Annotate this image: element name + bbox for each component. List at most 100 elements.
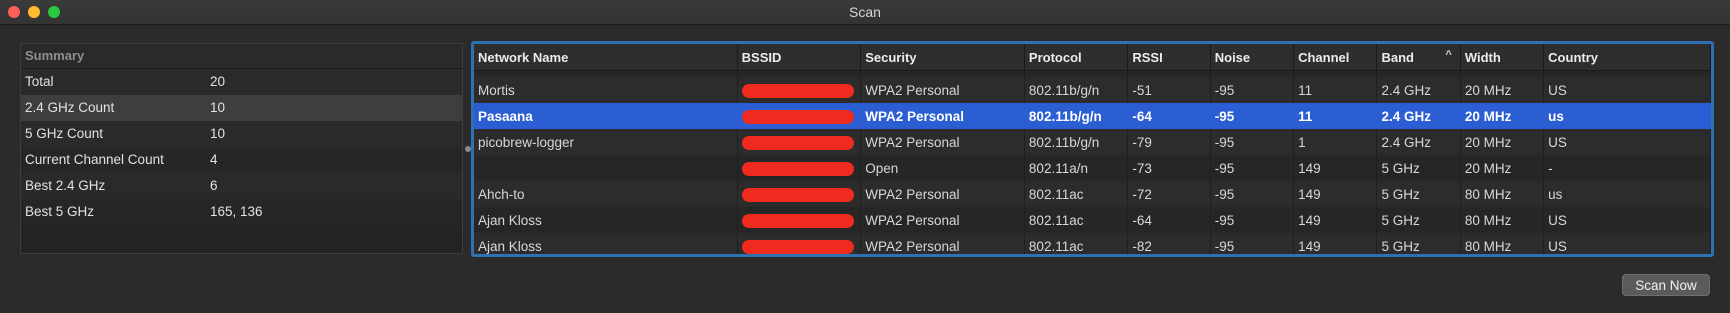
width-cell: 80 MHz [1460, 181, 1545, 207]
country-cell: US [1543, 233, 1711, 254]
width-cell: 20 MHz [1460, 155, 1545, 181]
column-header-band[interactable]: Band ^ [1376, 44, 1461, 71]
rssi-cell: -51 [1127, 77, 1211, 103]
security-cell: WPA2 Personal [860, 129, 1025, 155]
channel-cell: 149 [1293, 155, 1378, 181]
channel-cell: 1 [1293, 129, 1378, 155]
summary-row-current-channel-count[interactable]: Current Channel Count 4 [21, 147, 462, 173]
column-header-country[interactable]: Country [1543, 44, 1711, 71]
country-cell: US [1543, 207, 1711, 233]
bssid-cell [737, 155, 862, 181]
bssid-cell [737, 129, 862, 155]
column-header-security[interactable]: Security [860, 44, 1025, 71]
protocol-cell: 802.11b/g/n [1024, 103, 1129, 129]
sort-ascending-icon: ^ [1445, 49, 1452, 61]
rssi-cell: -79 [1127, 129, 1211, 155]
column-header-network-name[interactable]: Network Name [474, 44, 738, 71]
column-header-channel[interactable]: Channel [1293, 44, 1378, 71]
column-header-protocol[interactable]: Protocol [1024, 44, 1129, 71]
network-name-cell: Ajan Kloss [474, 233, 738, 254]
table-row[interactable]: Ajan Kloss WPA2 Personal 802.11ac -64 -95 149… [474, 207, 1711, 233]
noise-cell: -95 [1210, 181, 1295, 207]
channel-cell: 149 [1293, 207, 1378, 233]
column-header-bssid[interactable]: BSSID [737, 44, 862, 71]
redaction-mark [741, 213, 854, 228]
rssi-cell: -64 [1127, 103, 1211, 129]
summary-label: Total [25, 74, 54, 89]
width-cell: 80 MHz [1460, 207, 1545, 233]
column-header-rssi[interactable]: RSSI [1127, 44, 1211, 71]
channel-cell: 149 [1293, 181, 1378, 207]
country-cell: US [1543, 77, 1711, 103]
network-name-cell: Pasaana [474, 103, 738, 129]
scan-now-button[interactable]: Scan Now [1622, 274, 1710, 296]
protocol-cell: 802.11a/n [1024, 155, 1129, 181]
network-name-cell: picobrew-logger [474, 129, 738, 155]
network-name-cell: Ahch-to [474, 181, 738, 207]
width-cell: 20 MHz [1460, 77, 1545, 103]
window-title: Scan [849, 4, 881, 20]
summary-label: Best 5 GHz [25, 204, 95, 219]
security-cell: WPA2 Personal [860, 103, 1025, 129]
table-row[interactable]: Ajan Kloss WPA2 Personal 802.11ac -82 -95 149… [474, 233, 1711, 254]
summary-header: Summary [21, 44, 462, 69]
protocol-cell: 802.11ac [1024, 181, 1129, 207]
security-cell: WPA2 Personal [860, 207, 1025, 233]
country-cell: us [1543, 181, 1711, 207]
redaction-mark [741, 239, 854, 254]
country-cell: US [1543, 129, 1711, 155]
protocol-cell: 802.11b/g/n [1024, 77, 1129, 103]
noise-cell: -95 [1210, 207, 1295, 233]
table-row[interactable]: Mortis WPA2 Personal 802.11b/g/n -51 -95 11 2.… [474, 77, 1711, 103]
bssid-cell [737, 103, 862, 129]
summary-value: 10 [210, 126, 226, 141]
noise-cell: -95 [1210, 77, 1295, 103]
table-row[interactable]: Ahch-to WPA2 Personal 802.11ac -72 -95 149 5 G… [474, 181, 1711, 207]
country-cell: - [1543, 155, 1711, 181]
width-cell: 80 MHz [1460, 233, 1545, 254]
band-cell: 5 GHz [1376, 181, 1461, 207]
summary-panel: Summary Total 20 2.4 GHz Count 10 5 GHz … [20, 43, 463, 254]
networks-table[interactable]: Network Name BSSID Security Protocol RSS… [471, 41, 1714, 257]
width-cell: 20 MHz [1460, 103, 1545, 129]
protocol-cell: 802.11ac [1024, 233, 1129, 254]
noise-cell: -95 [1210, 233, 1295, 254]
summary-row-best-5ghz[interactable]: Best 5 GHz 165, 136 [21, 199, 462, 225]
column-header-noise[interactable]: Noise [1210, 44, 1295, 71]
column-header-width[interactable]: Width [1460, 44, 1545, 71]
summary-value: 165, 136 [210, 204, 263, 219]
bssid-cell [737, 233, 862, 254]
summary-label: Best 2.4 GHz [25, 178, 106, 193]
security-cell: WPA2 Personal [860, 77, 1025, 103]
redaction-mark [741, 187, 854, 202]
table-header-row: Network Name BSSID Security Protocol RSS… [474, 44, 1711, 71]
network-name-cell [474, 155, 738, 181]
summary-row-total[interactable]: Total 20 [21, 69, 462, 95]
security-cell: Open [860, 155, 1025, 181]
summary-row-5ghz-count[interactable]: 5 GHz Count 10 [21, 121, 462, 147]
redaction-mark [741, 135, 854, 150]
rssi-cell: -82 [1127, 233, 1211, 254]
bssid-cell [737, 77, 862, 103]
summary-row-2-4ghz-count[interactable]: 2.4 GHz Count 10 [21, 95, 462, 121]
summary-value: 6 [210, 178, 218, 193]
network-name-cell: Ajan Kloss [474, 207, 738, 233]
bssid-cell [737, 207, 862, 233]
summary-value: 10 [210, 100, 226, 115]
channel-cell: 11 [1293, 77, 1378, 103]
table-row[interactable]: Open 802.11a/n -73 -95 149 5 GHz 20 MHz - [474, 155, 1711, 181]
summary-row-best-2-4ghz[interactable]: Best 2.4 GHz 6 [21, 173, 462, 199]
redaction-mark [741, 109, 854, 124]
rssi-cell: -73 [1127, 155, 1211, 181]
country-cell: us [1543, 103, 1711, 129]
channel-cell: 149 [1293, 233, 1378, 254]
summary-label: Current Channel Count [25, 152, 164, 167]
rssi-cell: -72 [1127, 181, 1211, 207]
table-row[interactable]: picobrew-logger WPA2 Personal 802.11b/g/n -… [474, 129, 1711, 155]
security-cell: WPA2 Personal [860, 181, 1025, 207]
noise-cell: -95 [1210, 129, 1295, 155]
table-row[interactable]: Pasaana WPA2 Personal 802.11b/g/n -64 -95 11 2… [474, 103, 1711, 129]
summary-value: 20 [210, 74, 226, 89]
summary-label: 5 GHz Count [25, 126, 104, 141]
summary-value: 4 [210, 152, 218, 167]
